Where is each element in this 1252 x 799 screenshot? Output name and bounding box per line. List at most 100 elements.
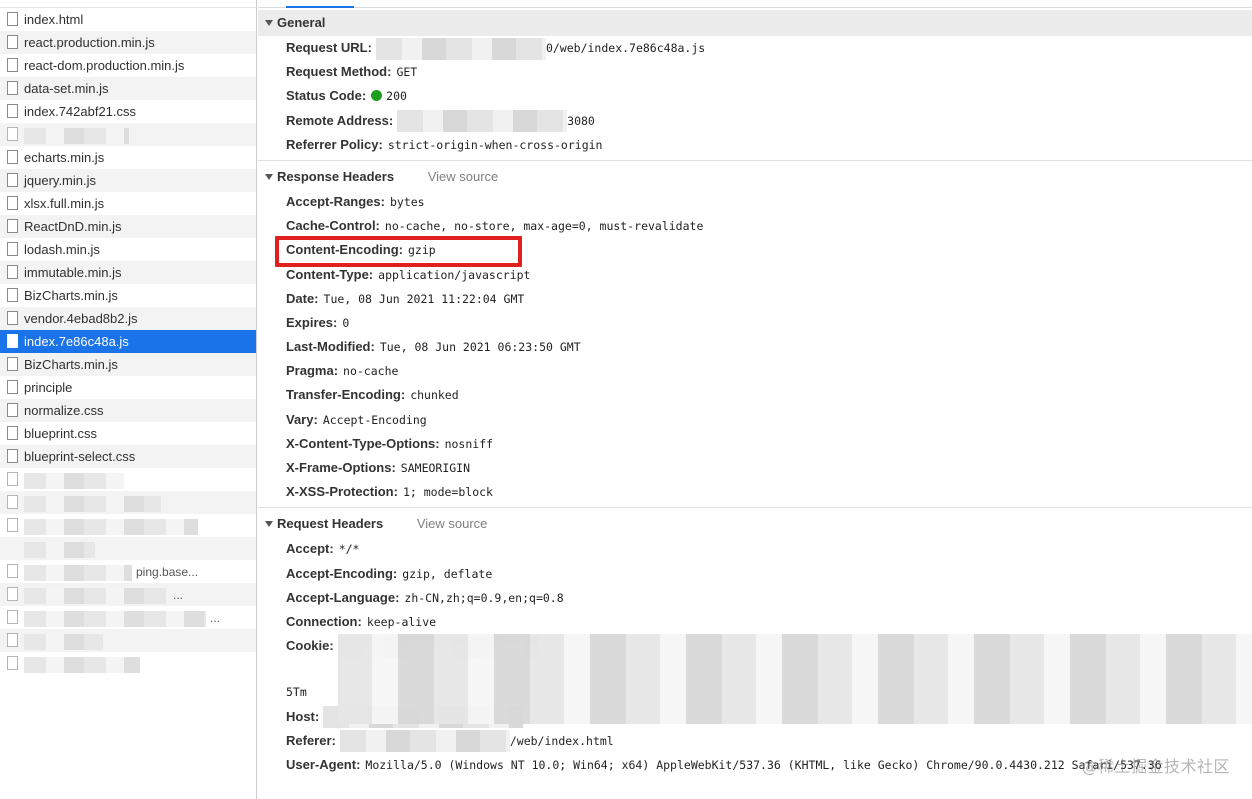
file-row[interactable]: xlsx.full.min.js — [0, 192, 256, 215]
header-value: nosniff — [444, 436, 494, 451]
header-row: Date: Tue, 08 Jun 2021 11:22:04 GMT — [258, 287, 1252, 311]
header-name: Request Method: — [286, 64, 392, 80]
header-row: Pragma: no-cache — [258, 359, 1252, 383]
header-row: Vary: Accept-Encoding — [258, 408, 1252, 432]
file-icon — [7, 150, 18, 164]
file-row[interactable]: immutable.min.js — [0, 261, 256, 284]
file-row[interactable] — [0, 491, 256, 514]
triangle-down-icon[interactable] — [265, 173, 273, 180]
header-name: Transfer-Encoding: — [286, 387, 406, 403]
file-name: BizCharts.min.js — [24, 288, 118, 303]
view-source-link[interactable]: View source — [428, 169, 499, 184]
file-icon — [7, 656, 18, 670]
header-value: 200 — [386, 89, 407, 104]
file-row[interactable]: index.742abf21.css — [0, 100, 256, 123]
header-value: keep-alive — [366, 614, 437, 629]
file-row[interactable]: data-set.min.js — [0, 77, 256, 100]
response-header-rows: Accept-Ranges: bytes Cache-Control: no-cach… — [258, 190, 1252, 504]
triangle-down-icon[interactable] — [265, 521, 273, 528]
file-row[interactable]: react-dom.production.min.js — [0, 54, 256, 77]
request-headers-section-header[interactable]: Request Headers View source — [258, 511, 1252, 537]
header-name: Accept-Ranges: — [286, 193, 385, 209]
response-headers-section-header[interactable]: Response Headers View source — [258, 164, 1252, 190]
header-name: Referer: — [286, 732, 336, 748]
file-row[interactable] — [0, 514, 256, 537]
section-title: Response Headers — [277, 168, 395, 184]
file-name: jquery.min.js — [24, 173, 97, 188]
header-row: Accept-Encoding: gzip, deflate — [258, 562, 1252, 586]
header-row: X-Frame-Options: SAMEORIGIN — [258, 456, 1252, 480]
header-name: Request URL: — [286, 40, 372, 55]
file-row[interactable]: BizCharts.min.js — [0, 284, 256, 307]
file-icon — [7, 380, 18, 394]
file-name: blueprint-select.css — [24, 449, 136, 464]
file-row[interactable] — [0, 629, 256, 652]
file-icon — [7, 633, 18, 647]
header-value: 1; mode=block — [402, 485, 493, 500]
file-name-fragment: ... — [173, 588, 184, 602]
header-value: application/javascript — [378, 267, 531, 282]
file-name: blueprint.css — [24, 426, 97, 441]
redacted-value — [339, 730, 510, 753]
header-value: bytes — [389, 194, 425, 209]
file-name: index.html — [24, 12, 84, 27]
file-row[interactable]: vendor.4ebad8b2.js — [0, 307, 256, 330]
active-tab-indicator — [286, 6, 354, 8]
file-name: echarts.min.js — [24, 150, 105, 165]
view-source-link[interactable]: View source — [417, 516, 488, 531]
file-row[interactable]: blueprint-select.css — [0, 445, 256, 468]
file-row[interactable]: ... — [0, 606, 256, 629]
header-name: User-Agent: — [286, 756, 361, 772]
file-row[interactable]: jquery.min.js — [0, 169, 256, 192]
header-name: X-Content-Type-Options: — [286, 435, 440, 451]
headers-panel: General Request URL: 0/web/index.7e86c48a… — [258, 0, 1252, 799]
file-name: react-dom.production.min.js — [24, 58, 185, 73]
file-row[interactable]: ... — [0, 583, 256, 606]
file-row[interactable] — [0, 652, 256, 675]
file-row[interactable]: index.html — [0, 8, 256, 31]
redacted-file-name — [24, 541, 95, 558]
file-row[interactable]: react.production.min.js — [0, 31, 256, 54]
header-row: Expires: 0 — [258, 311, 1252, 335]
file-name: principle — [24, 380, 73, 395]
watermark: @稀土掘金技术社区 — [1081, 757, 1230, 776]
file-row[interactable]: BizCharts.min.js — [0, 353, 256, 376]
file-icon — [7, 242, 18, 256]
file-icon — [7, 564, 18, 578]
file-name: data-set.min.js — [24, 81, 109, 96]
file-name: BizCharts.min.js — [24, 357, 118, 372]
header-row: X-XSS-Protection: 1; mode=block — [258, 480, 1252, 504]
file-row-selected[interactable]: index.7e86c48a.js — [0, 330, 256, 353]
file-row[interactable] — [0, 123, 256, 146]
file-row[interactable] — [0, 468, 256, 491]
file-row[interactable]: normalize.css — [0, 399, 256, 422]
section-title: Request Headers — [277, 516, 384, 532]
header-row: Referrer Policy: strict-origin-when-cross… — [258, 133, 1252, 157]
general-section-header[interactable]: General — [258, 10, 1252, 36]
header-value: zh-CN,zh;q=0.9,en;q=0.8 — [404, 590, 564, 605]
file-row[interactable]: ping.base... — [0, 560, 256, 583]
file-name: normalize.css — [24, 403, 104, 418]
header-value: SAMEORIGIN — [400, 461, 471, 475]
file-row[interactable]: echarts.min.js — [0, 146, 256, 169]
file-row[interactable] — [0, 537, 256, 560]
file-row[interactable]: blueprint.css — [0, 422, 256, 445]
header-name: Expires: — [286, 314, 338, 330]
triangle-down-icon[interactable] — [265, 20, 273, 26]
header-row: Connection: keep-alive — [258, 610, 1252, 634]
header-row: Accept-Ranges: bytes — [258, 190, 1252, 214]
file-row[interactable]: ReactDnD.min.js — [0, 215, 256, 238]
file-name-fragment: ping.base... — [136, 565, 199, 579]
file-icon — [7, 58, 18, 72]
file-row[interactable]: principle — [0, 376, 256, 399]
section-divider — [258, 507, 1252, 509]
header-name: Accept-Language: — [286, 589, 400, 605]
redacted-file-name — [24, 127, 129, 144]
file-name: immutable.min.js — [24, 265, 122, 280]
redacted-file-name — [24, 518, 198, 535]
file-name: xlsx.full.min.js — [24, 196, 105, 211]
header-value: strict-origin-when-cross-origin — [387, 137, 603, 152]
header-name: Accept-Encoding: — [286, 565, 398, 581]
file-row[interactable]: lodash.min.js — [0, 238, 256, 261]
header-name: Last-Modified: — [286, 339, 375, 355]
